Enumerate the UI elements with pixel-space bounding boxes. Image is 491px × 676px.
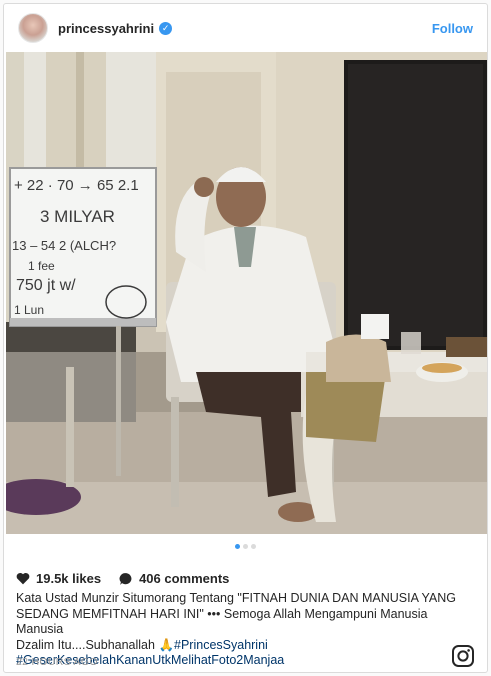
carousel-dot[interactable] [235,544,240,549]
comment-count[interactable]: 406 comments [139,571,229,586]
verified-badge-icon: ✓ [159,21,173,35]
post-photo[interactable]: + 22 · 70 → 65 2.1 3 MILYAR 13 – 54 2 (A… [6,52,487,534]
hashtag-link[interactable]: #PrincesSyahrini [174,638,268,652]
post-stats: 19.5k likes 406 comments [16,571,229,586]
post-timestamp[interactable]: 22 HOURS AGO [16,656,98,668]
username[interactable]: princessyahrini [58,21,154,36]
whiteboard-line3: 13 – 54 2 (ALCH? [12,238,116,253]
whiteboard-line5: 750 jt w/ [16,277,76,294]
photo-scene: + 22 · 70 → 65 2.1 3 MILYAR 13 – 54 2 (A… [6,52,487,534]
caption-line: Dzalim Itu....Subhanallah 🙏 [16,637,175,652]
instagram-icon[interactable] [451,644,475,668]
post-header: princessyahrini ✓ Follow [4,4,487,52]
comment-bubble-icon[interactable] [119,572,133,586]
heart-icon[interactable] [16,572,30,585]
instagram-post-card: princessyahrini ✓ Follow + 22 · 70 → 65 … [3,3,488,673]
follow-button[interactable]: Follow [432,21,473,36]
caption-line: Kata Ustad Munzir Situmorang Tentang "FI… [16,591,457,605]
carousel-indicator[interactable] [4,544,487,549]
carousel-dot[interactable] [251,544,256,549]
carousel-dot[interactable] [243,544,248,549]
whiteboard-line6: 1 Lun [14,303,44,317]
whiteboard-line4: 1 fee [28,259,55,273]
like-count[interactable]: 19.5k likes [36,571,101,586]
whiteboard-line1: + 22 · 70 → 65 2.1 [14,177,139,194]
whiteboard-line2: 3 MILYAR [40,207,115,226]
avatar[interactable] [18,13,48,43]
caption-line: SEDANG MEMFITNAH HARI INI" ••• Semoga Al… [16,606,428,637]
